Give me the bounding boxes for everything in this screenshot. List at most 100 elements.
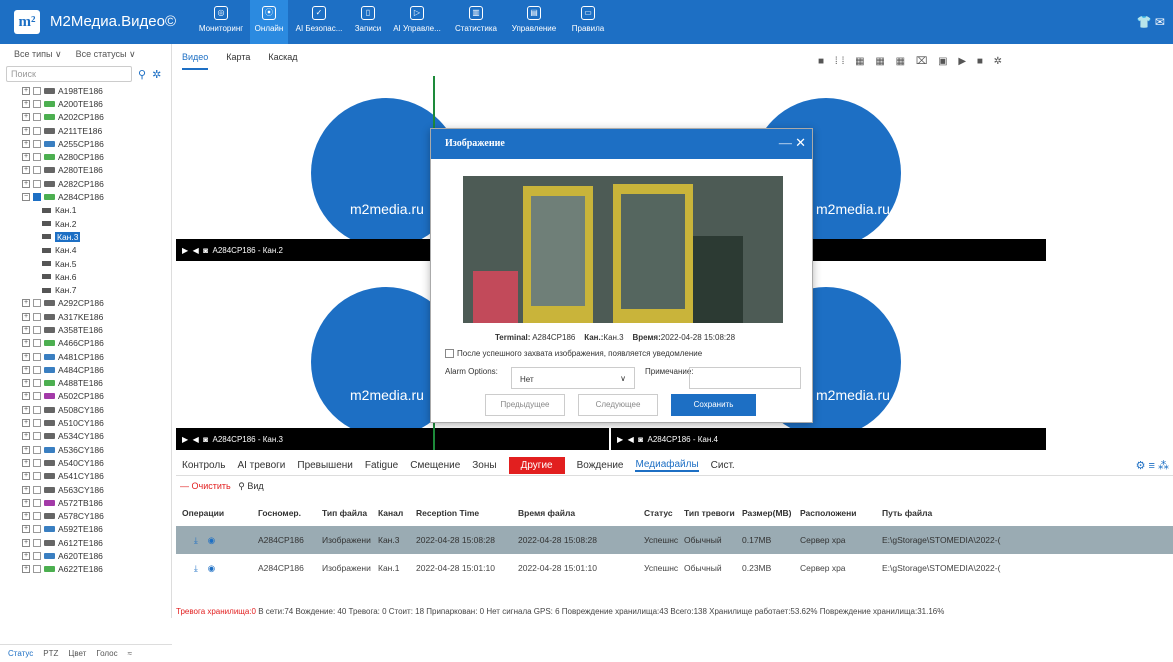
expand-icon[interactable]: + — [22, 166, 30, 175]
tree-channel-row[interactable]: Кан.6 — [22, 270, 171, 283]
expand-icon[interactable]: + — [22, 339, 30, 348]
tree-vehicle-row[interactable]: + A292CP186 — [22, 297, 171, 310]
tree-vehicle-row[interactable]: + A563CY186 — [22, 483, 171, 496]
vehicle-checkbox[interactable] — [33, 126, 41, 135]
tree-channel-row[interactable]: Кан.1 — [22, 204, 171, 217]
nav-rules[interactable]: ▭ Правила — [564, 0, 612, 44]
view-button[interactable]: ⚲ Вид — [238, 481, 263, 491]
tree-vehicle-row[interactable]: + A481CP186 — [22, 350, 171, 363]
vehicle-checkbox[interactable] — [33, 432, 41, 441]
tree-vehicle-row[interactable]: + A612TE186 — [22, 536, 171, 549]
tree-channel-row[interactable]: Кан.2 — [22, 217, 171, 230]
expand-icon[interactable]: + — [22, 485, 30, 494]
top-right-icons[interactable]: 👕 ✉ — [1137, 15, 1165, 29]
vehicle-checkbox[interactable] — [33, 86, 41, 95]
expand-icon[interactable]: + — [22, 458, 30, 467]
expand-icon[interactable]: + — [22, 538, 30, 547]
tree-vehicle-row[interactable]: + A317KE186 — [22, 310, 171, 323]
nav-recording[interactable]: ▯ Записи — [350, 0, 386, 44]
bottom-panel-icons[interactable]: ⚙ ≡ ⁂ — [1136, 459, 1169, 472]
expand-icon[interactable]: + — [22, 498, 30, 507]
tree-channel-row[interactable]: Кан.3 — [22, 230, 171, 243]
nav-shield[interactable]: ◎ Мониторинг — [192, 0, 250, 44]
vehicle-checkbox[interactable] — [33, 193, 41, 202]
bottom-tab[interactable]: Вождение — [577, 460, 624, 471]
vehicle-checkbox[interactable] — [33, 498, 41, 507]
expand-icon[interactable]: + — [22, 419, 30, 428]
expand-icon[interactable]: + — [22, 552, 30, 561]
vehicle-checkbox[interactable] — [33, 139, 41, 148]
vehicle-checkbox[interactable] — [33, 352, 41, 361]
view-tab[interactable]: Карта — [226, 52, 250, 70]
sidebar-tab[interactable]: Голос — [96, 649, 117, 658]
expand-icon[interactable]: + — [22, 445, 30, 454]
tree-vehicle-row[interactable]: + A200TE186 — [22, 97, 171, 110]
vehicle-checkbox[interactable] — [33, 312, 41, 321]
tree-vehicle-row[interactable]: + A484CP186 — [22, 363, 171, 376]
sidebar-tab[interactable]: PTZ — [43, 649, 58, 658]
sidebar-tab[interactable]: Цвет — [68, 649, 86, 658]
vehicle-checkbox[interactable] — [33, 179, 41, 188]
nav-ai-manage[interactable]: ▷ AI Управле... — [386, 0, 448, 44]
tree-vehicle-row[interactable]: + A578CY186 — [22, 510, 171, 523]
eye-icon[interactable]: ◉ — [208, 563, 215, 573]
nav-chart[interactable]: ▥ Статистика — [448, 0, 504, 44]
tree-vehicle-row[interactable]: + A622TE186 — [22, 563, 171, 576]
notify-checkbox[interactable]: После успешного захвата изображения, поя… — [445, 349, 702, 358]
table-row[interactable]: ⤓ ◉ A284CP186 Изображени Кан.1 2022-04-28 15:… — [176, 554, 1173, 582]
vehicle-checkbox[interactable] — [33, 325, 41, 334]
bottom-tab[interactable]: Fatigue — [365, 460, 398, 471]
eye-icon[interactable]: ◉ — [208, 535, 215, 545]
nav-location-pin[interactable]: ⦿ Онлайн — [250, 0, 288, 44]
vehicle-checkbox[interactable] — [33, 419, 41, 428]
expand-icon[interactable]: + — [22, 405, 30, 414]
tree-channel-row[interactable]: Кан.7 — [22, 283, 171, 296]
tree-vehicle-row[interactable]: + A282CP186 — [22, 177, 171, 190]
bottom-tab[interactable]: AI тревоги — [237, 460, 285, 471]
expand-icon[interactable]: + — [22, 565, 30, 574]
dialog-controls[interactable]: — ✕ — [779, 135, 806, 151]
view-tab[interactable]: Каскад — [268, 52, 297, 70]
expand-icon[interactable]: + — [22, 99, 30, 108]
bottom-tab[interactable]: Сист. — [711, 460, 735, 471]
tree-channel-row[interactable]: Кан.4 — [22, 244, 171, 257]
tree-channel-row[interactable]: Кан.5 — [22, 257, 171, 270]
vehicle-checkbox[interactable] — [33, 166, 41, 175]
vehicle-checkbox[interactable] — [33, 392, 41, 401]
tree-vehicle-row[interactable]: + A255CP186 — [22, 137, 171, 150]
clear-button[interactable]: — Очистить — [180, 481, 231, 491]
bottom-tab[interactable]: Смещение — [410, 460, 460, 471]
vehicle-checkbox[interactable] — [33, 153, 41, 162]
tree-vehicle-row[interactable]: + A211TE186 — [22, 124, 171, 137]
filter-status-dropdown[interactable]: Все статусы ∨ — [76, 49, 136, 60]
bottom-tab[interactable]: Зоны — [472, 460, 496, 471]
save-button[interactable]: Сохранить — [671, 394, 756, 416]
nav-clipboard[interactable]: ▤ Управление — [504, 0, 564, 44]
expand-icon[interactable]: + — [22, 512, 30, 521]
vehicle-checkbox[interactable] — [33, 445, 41, 454]
tree-vehicle-row[interactable]: + A620TE186 — [22, 549, 171, 562]
download-icon[interactable]: ⤓ — [194, 563, 198, 573]
expand-icon[interactable]: + — [22, 432, 30, 441]
collapse-icon[interactable]: ≈ — [128, 649, 132, 658]
view-tab[interactable]: Видео — [182, 52, 209, 70]
vehicle-checkbox[interactable] — [33, 552, 41, 561]
next-button[interactable]: Следующее — [578, 394, 658, 416]
tree-vehicle-row[interactable]: + A502CP186 — [22, 390, 171, 403]
vehicle-checkbox[interactable] — [33, 379, 41, 388]
expand-icon[interactable]: + — [22, 392, 30, 401]
vehicle-checkbox[interactable] — [33, 365, 41, 374]
tree-vehicle-row[interactable]: + A510CY186 — [22, 416, 171, 429]
tree-vehicle-row[interactable]: + A592TE186 — [22, 523, 171, 536]
vehicle-checkbox[interactable] — [33, 565, 41, 574]
tree-vehicle-row[interactable]: + A280TE186 — [22, 164, 171, 177]
bottom-tab[interactable]: Другие — [508, 457, 565, 474]
vehicle-checkbox[interactable] — [33, 405, 41, 414]
vehicle-checkbox[interactable] — [33, 113, 41, 122]
sidebar-tab[interactable]: Статус — [8, 649, 33, 658]
vehicle-checkbox[interactable] — [33, 458, 41, 467]
tree-vehicle-row[interactable]: + A202CP186 — [22, 111, 171, 124]
expand-icon[interactable]: + — [22, 365, 30, 374]
bottom-tab[interactable]: Превышени — [297, 460, 353, 471]
expand-icon[interactable]: + — [22, 153, 30, 162]
